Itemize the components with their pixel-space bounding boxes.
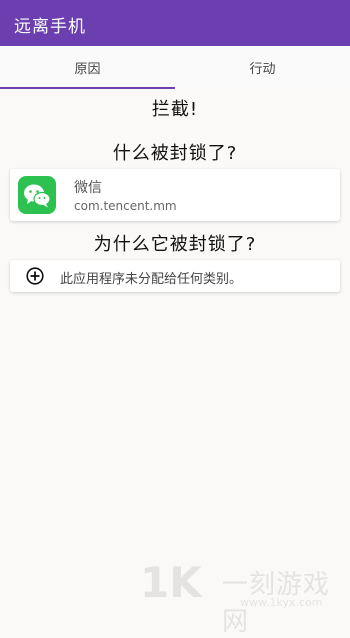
blocked-app-card[interactable]: 微信 com.tencent.mm bbox=[10, 169, 340, 221]
blocked-heading: 拦截! bbox=[151, 99, 199, 120]
tab-action[interactable]: 行动 bbox=[175, 46, 350, 89]
tab-indicator bbox=[0, 87, 175, 89]
watermark-logo: 1K bbox=[140, 558, 202, 607]
app-name: 微信 bbox=[74, 180, 102, 196]
app-package: com.tencent.mm bbox=[74, 199, 177, 213]
reason-text: 此应用程序未分配给任何类别。 bbox=[60, 272, 243, 287]
what-blocked-heading: 什么被封锁了? bbox=[112, 143, 238, 164]
watermark-url: www.1kyx.com bbox=[240, 596, 323, 609]
why-blocked-heading: 为什么它被封锁了? bbox=[93, 234, 257, 255]
watermark: 1K 一刻游戏网 www.1kyx.com bbox=[140, 558, 345, 637]
wechat-icon bbox=[18, 176, 56, 214]
app-bar: 远离手机 bbox=[0, 0, 350, 46]
add-circle-icon[interactable] bbox=[26, 267, 44, 285]
tab-reason[interactable]: 原因 bbox=[0, 46, 175, 89]
app-title: 远离手机 bbox=[14, 17, 86, 37]
reason-card[interactable]: 此应用程序未分配给任何类别。 bbox=[10, 260, 340, 292]
tab-bar: 原因 行动 bbox=[0, 46, 350, 89]
